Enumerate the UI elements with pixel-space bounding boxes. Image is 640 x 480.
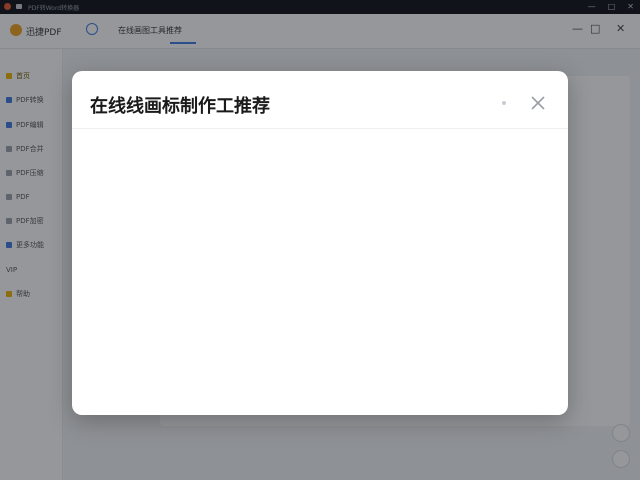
close-icon[interactable] — [529, 94, 547, 112]
dialog-header: 在线线画标制作工推荐 — [72, 71, 568, 129]
loading-dot-icon — [502, 101, 506, 105]
recommend-dialog: 在线线画标制作工推荐 — [72, 71, 568, 415]
dialog-body — [96, 149, 544, 397]
dialog-title: 在线线画标制作工推荐 — [90, 96, 270, 117]
